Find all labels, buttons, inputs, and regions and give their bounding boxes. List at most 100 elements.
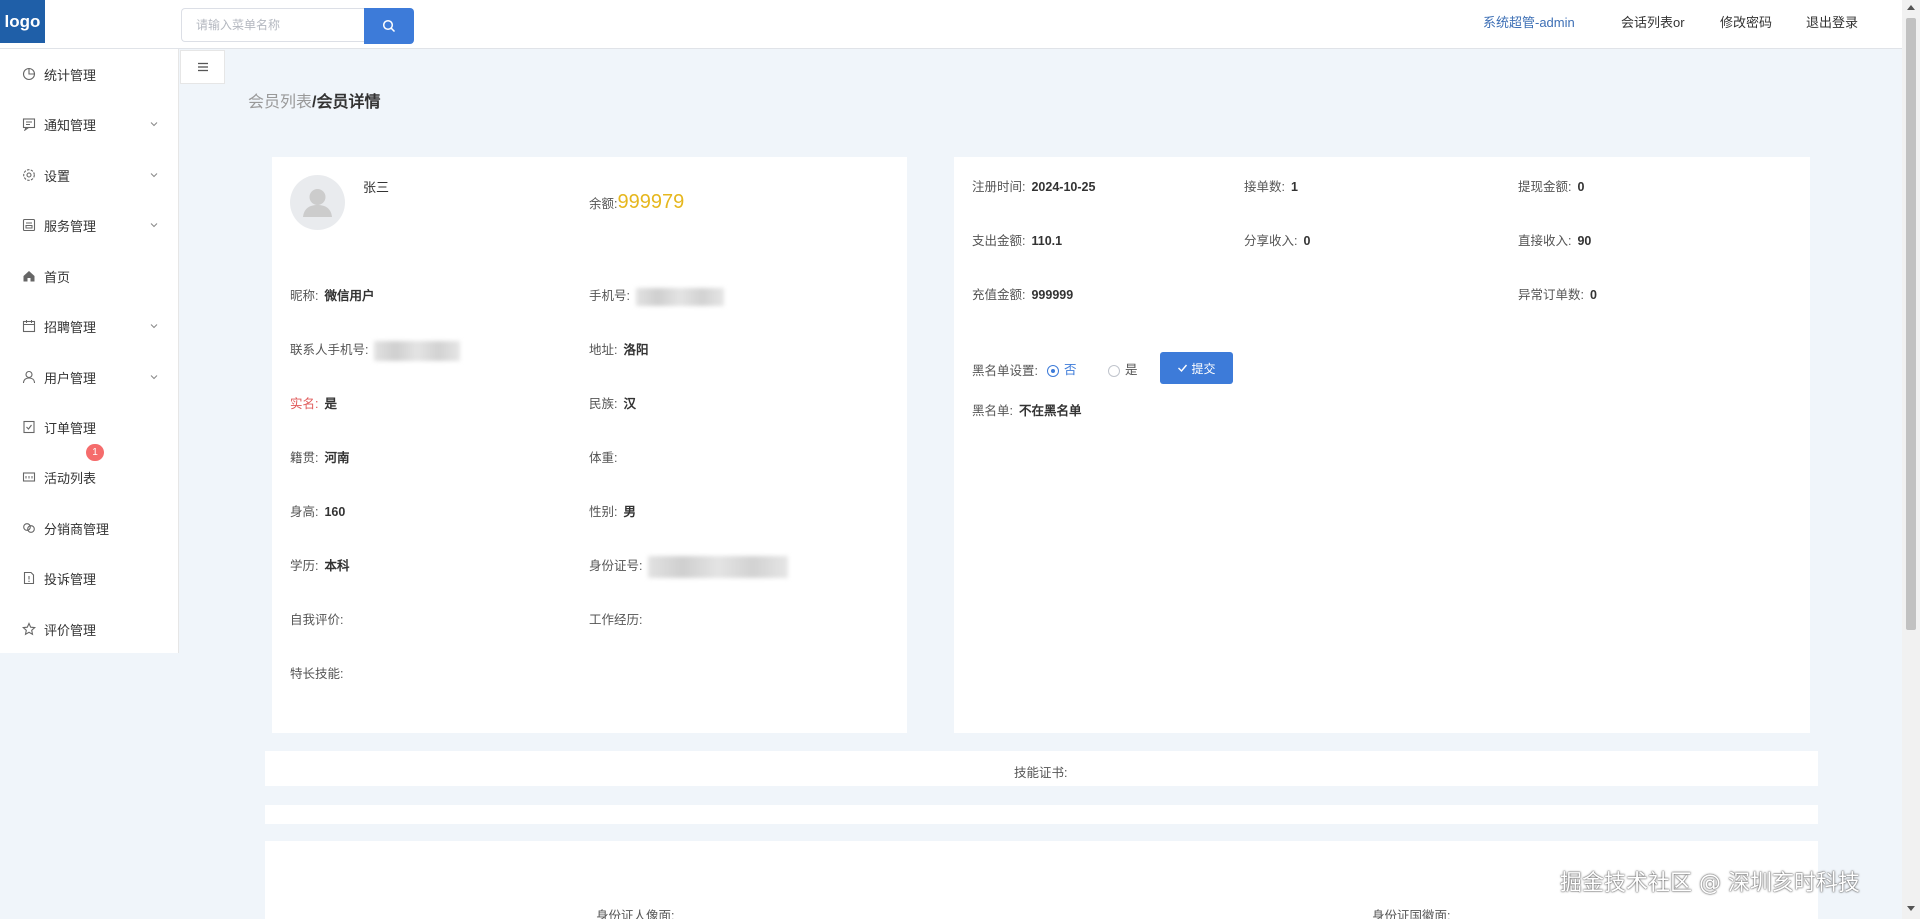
contact-phone-label: 联系人手机号: (290, 343, 369, 357)
sidebar-item-activities[interactable]: 活动列表 (0, 457, 179, 497)
self-evaluation-label: 自我评价: (290, 613, 344, 627)
distributor-icon (22, 521, 36, 535)
sidebar-item-recruitment[interactable]: 招聘管理 (0, 306, 179, 346)
id-card-front-label: 身份证人像面: (596, 909, 675, 919)
contact-phone-redacted (374, 340, 461, 361)
activity-icon (22, 470, 36, 484)
breadcrumb-member-list[interactable]: 会员列表 (248, 94, 312, 111)
change-password-link[interactable]: 修改密码 (1720, 12, 1772, 31)
search-icon (382, 19, 396, 33)
collapse-sidebar-button[interactable] (180, 50, 225, 84)
phone-label: 手机号: (589, 289, 630, 303)
address-value: 洛阳 (623, 343, 649, 357)
work-experience-field: 工作经历: (589, 609, 642, 628)
user-icon (22, 370, 36, 384)
breadcrumb-current: 会员详情 (316, 94, 381, 111)
member-profile-card: 张三 余额:999979 昵称: 微信用户 手机号: 联系人手机号: 地址: 洛阳 … (272, 157, 907, 733)
sidebar-item-label: 分销商管理 (44, 521, 110, 537)
sidebar-item-home[interactable]: 首页 (0, 256, 179, 296)
scroll-down-arrow-icon[interactable] (1907, 906, 1915, 911)
sidebar-item-reviews[interactable]: 评价管理 (0, 609, 179, 649)
complaint-icon (22, 571, 36, 585)
balance-field: 余额:999979 (589, 191, 684, 214)
recharge-value: 999999 (1031, 288, 1074, 302)
chevron-down-icon (150, 324, 158, 329)
realname-value: 是 (324, 397, 337, 411)
sidebar-item-users[interactable]: 用户管理 (0, 357, 179, 397)
message-icon (22, 117, 36, 131)
education-field: 学历: 本科 (290, 555, 350, 574)
sidebar-item-settings[interactable]: 设置 (0, 155, 179, 195)
share-income-label: 分享收入: (1244, 234, 1298, 248)
vertical-scrollbar[interactable] (1902, 0, 1920, 919)
submit-button[interactable]: 提交 (1160, 352, 1233, 384)
logo[interactable]: logo (0, 0, 45, 43)
gender-label: 性别: (589, 505, 618, 519)
abnormal-orders-label: 异常订单数: (1518, 288, 1584, 302)
skills-label: 特长技能: (290, 667, 344, 681)
nickname-field: 昵称: 微信用户 (290, 285, 375, 304)
menu-search-input[interactable] (181, 8, 364, 42)
gender-field: 性别: 男 (589, 501, 636, 520)
order-count-badge: 1 (86, 444, 104, 461)
section-divider-bar (265, 805, 1818, 824)
logout-link[interactable]: 退出登录 (1806, 12, 1858, 31)
calendar-icon (22, 319, 36, 333)
recharge-field: 充值金额: 999999 (972, 284, 1073, 303)
watermark-text: 掘金技术社区 @ 深圳亥时科技 (1560, 871, 1860, 896)
radio-no-label: 否 (1064, 363, 1077, 377)
nickname-label: 昵称: (290, 289, 319, 303)
native-place-value: 河南 (324, 451, 350, 465)
orders-count-value: 1 (1290, 180, 1298, 194)
sidebar-item-statistics[interactable]: 统计管理 (0, 54, 179, 94)
native-place-field: 籍贯: 河南 (290, 447, 350, 466)
sidebar-item-label: 统计管理 (44, 67, 97, 83)
radio-option-no[interactable]: 否 (1047, 359, 1077, 378)
blacklist-value: 不在黑名单 (1018, 404, 1082, 418)
sidebar-item-label: 活动列表 (44, 470, 97, 486)
skill-certificate-label: 技能证书: (1014, 766, 1068, 780)
blacklist-setting-label: 黑名单设置: (972, 364, 1038, 378)
admin-user-link[interactable]: 系统超管-admin (1483, 12, 1575, 31)
orders-count-label: 接单数: (1244, 180, 1285, 194)
abnormal-orders-field: 异常订单数: 0 (1518, 284, 1597, 303)
recharge-label: 充值金额: (972, 288, 1026, 302)
sidebar-item-label: 投诉管理 (44, 571, 97, 587)
sidebar-item-label: 首页 (44, 269, 71, 285)
radio-button[interactable] (1108, 364, 1120, 377)
withdraw-label: 提现金额: (1518, 180, 1572, 194)
weight-label: 体重: (589, 451, 618, 465)
work-experience-label: 工作经历: (589, 613, 643, 627)
register-time-label: 注册时间: (972, 180, 1026, 194)
sidebar-item-notifications[interactable]: 通知管理 (0, 104, 179, 144)
default-avatar-icon (303, 189, 332, 217)
radio-option-yes[interactable]: 是 (1108, 359, 1138, 378)
sidebar-item-orders[interactable]: 订单管理 (0, 407, 179, 447)
ethnicity-label: 民族: (589, 397, 618, 411)
submit-label: 提交 (1191, 361, 1216, 376)
balance-value: 999979 (617, 191, 685, 213)
radio-yes-label: 是 (1125, 363, 1138, 377)
sidebar-item-distributors[interactable]: 分销商管理 (0, 508, 179, 548)
pie-chart-icon (22, 67, 36, 81)
chevron-down-icon (150, 375, 158, 380)
education-label: 学历: (290, 559, 319, 573)
scroll-up-arrow-icon[interactable] (1907, 5, 1915, 10)
scrollbar-thumb[interactable] (1906, 18, 1916, 630)
radio-button-checked[interactable] (1047, 364, 1059, 377)
chevron-down-icon (150, 223, 158, 228)
sidebar: 统计管理 通知管理 设置 服务管理 首页 招聘管理 用户管理 订单管理 活动列表 (0, 49, 179, 653)
education-value: 本科 (324, 559, 350, 573)
chevron-down-icon (150, 122, 158, 127)
native-place-label: 籍贯: (290, 451, 319, 465)
search-button[interactable] (364, 8, 414, 44)
sidebar-item-label: 通知管理 (44, 117, 97, 133)
phone-value-redacted (635, 287, 724, 306)
sidebar-item-complaints[interactable]: 投诉管理 (0, 558, 179, 598)
share-income-field: 分享收入: 0 (1244, 230, 1310, 249)
register-time-field: 注册时间: 2024-10-25 (972, 176, 1095, 195)
realname-field: 实名: 是 (290, 393, 337, 412)
chat-list-link[interactable]: 会话列表or (1621, 12, 1685, 31)
sidebar-item-services[interactable]: 服务管理 (0, 205, 179, 245)
withdraw-field: 提现金额: 0 (1518, 176, 1584, 195)
